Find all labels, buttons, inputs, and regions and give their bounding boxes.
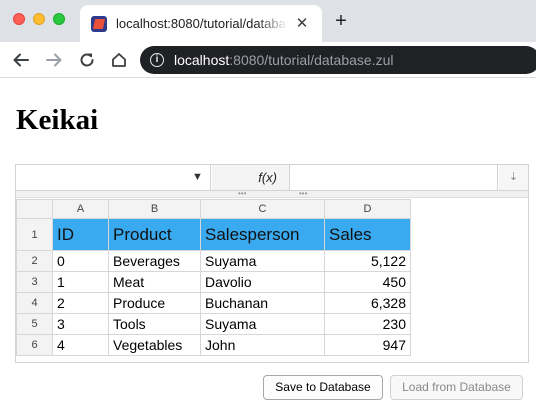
browser-toolbar: i localhost:8080/tutorial/database.zul (0, 42, 536, 78)
cell-b4[interactable]: Produce (108, 292, 201, 314)
row-header[interactable]: 3 (16, 271, 53, 293)
table-row: 5 3 Tools Suyama 230 (16, 313, 411, 335)
cell-c3[interactable]: Davolio (200, 271, 325, 293)
home-icon[interactable] (108, 49, 130, 71)
new-tab-plus-icon[interactable]: + (331, 11, 351, 31)
url-host: localhost (174, 52, 230, 68)
namebox-dropdown-icon[interactable]: ▼ (192, 171, 203, 183)
function-label[interactable]: f(x) (212, 165, 290, 190)
cell-d4[interactable]: 6,328 (324, 292, 411, 314)
cell-c4[interactable]: Buchanan (200, 292, 325, 314)
cell-b1[interactable]: Product (108, 218, 201, 251)
cell-name-box[interactable]: ▼ (16, 165, 211, 190)
cell-b3[interactable]: Meat (108, 271, 201, 293)
maximize-window-button[interactable] (53, 13, 65, 25)
cell-b2[interactable]: Beverages (108, 250, 201, 272)
formula-bar: ▼ f(x) ⇣ (16, 165, 528, 191)
cell-d2[interactable]: 5,122 (324, 250, 411, 272)
row-header[interactable]: 5 (16, 313, 53, 335)
cell-a5[interactable]: 3 (52, 313, 109, 335)
tab-title: localhost:8080/tutorial/database.zul (116, 16, 288, 31)
row-header[interactable]: 4 (16, 292, 53, 314)
row-header[interactable]: 1 (16, 218, 53, 251)
splitter-grip-icon[interactable]: ••• (299, 190, 307, 198)
load-from-database-button[interactable]: Load from Database (390, 375, 523, 400)
cell-grid: A B C D 1 ID Product Salesperson Sales 2… (16, 199, 411, 356)
spreadsheet: ▼ f(x) ⇣ ••• ••• A B C D 1 ID Product Sa… (15, 164, 529, 363)
url-text: localhost:8080/tutorial/database.zul (174, 52, 394, 68)
site-info-icon[interactable]: i (150, 53, 164, 67)
minimize-window-button[interactable] (33, 13, 45, 25)
cell-c1[interactable]: Salesperson (200, 218, 325, 251)
table-row: 2 0 Beverages Suyama 5,122 (16, 250, 411, 272)
cell-c6[interactable]: John (200, 334, 325, 356)
table-row: 3 1 Meat Davolio 450 (16, 271, 411, 293)
formula-input[interactable] (291, 165, 498, 190)
formula-expand-icon[interactable]: ⇣ (499, 165, 528, 190)
column-header-c[interactable]: C (200, 199, 325, 219)
row-header[interactable]: 2 (16, 250, 53, 272)
table-row: 6 4 Vegetables John 947 (16, 334, 411, 356)
cell-d3[interactable]: 450 (324, 271, 411, 293)
column-header-a[interactable]: A (52, 199, 109, 219)
column-header-d[interactable]: D (324, 199, 411, 219)
reload-icon[interactable] (76, 49, 98, 71)
close-window-button[interactable] (13, 13, 25, 25)
cell-b6[interactable]: Vegetables (108, 334, 201, 356)
cell-b5[interactable]: Tools (108, 313, 201, 335)
row-header[interactable]: 6 (16, 334, 53, 356)
cell-a1[interactable]: ID (52, 218, 109, 251)
cell-a3[interactable]: 1 (52, 271, 109, 293)
keikai-favicon-icon (91, 16, 107, 32)
cell-c5[interactable]: Suyama (200, 313, 325, 335)
back-arrow-icon[interactable] (10, 49, 32, 71)
cell-a2[interactable]: 0 (52, 250, 109, 272)
table-header-row: 1 ID Product Salesperson Sales (16, 218, 411, 251)
column-header-row: A B C D (16, 199, 411, 219)
cell-d6[interactable]: 947 (324, 334, 411, 356)
cell-c2[interactable]: Suyama (200, 250, 325, 272)
cell-a4[interactable]: 2 (52, 292, 109, 314)
formula-splitter[interactable]: ••• ••• (16, 190, 528, 198)
tab-close-icon[interactable]: ✕ (293, 15, 311, 33)
cell-a6[interactable]: 4 (52, 334, 109, 356)
select-all-corner[interactable] (16, 199, 53, 219)
address-bar[interactable]: i localhost:8080/tutorial/database.zul (140, 46, 536, 74)
splitter-grip-icon[interactable]: ••• (238, 190, 246, 198)
page-title: Keikai (16, 104, 99, 136)
browser-tab-bar: localhost:8080/tutorial/database.zul ✕ + (0, 0, 536, 42)
forward-arrow-icon[interactable] (43, 49, 65, 71)
browser-tab[interactable]: localhost:8080/tutorial/database.zul ✕ (80, 5, 322, 42)
save-to-database-button[interactable]: Save to Database (263, 375, 383, 400)
cell-d1[interactable]: Sales (324, 218, 411, 251)
table-row: 4 2 Produce Buchanan 6,328 (16, 292, 411, 314)
cell-d5[interactable]: 230 (324, 313, 411, 335)
column-header-b[interactable]: B (108, 199, 201, 219)
url-path: :8080/tutorial/database.zul (229, 52, 394, 68)
